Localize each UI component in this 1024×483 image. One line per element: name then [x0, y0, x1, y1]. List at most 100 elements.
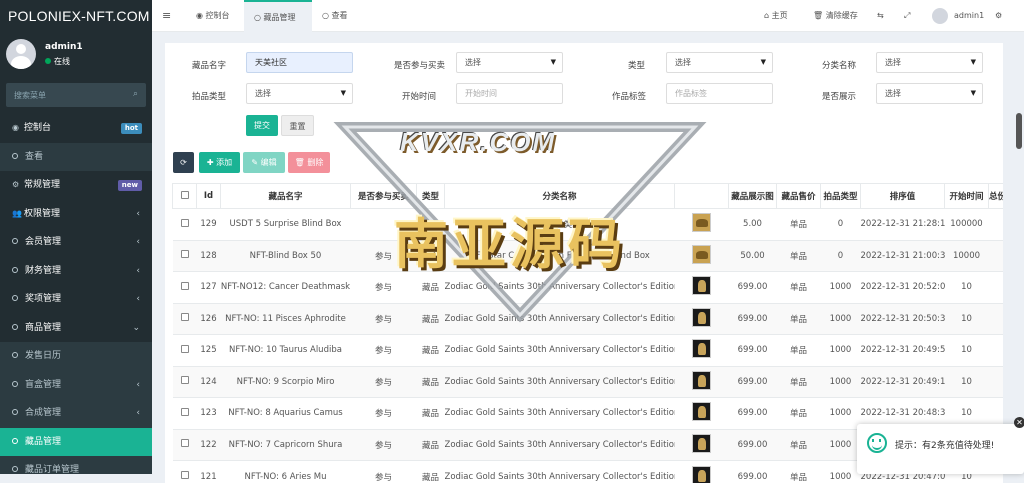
- tab-collection[interactable]: ○ 藏品管理: [244, 0, 312, 32]
- filter-category-select[interactable]: 选择▼: [876, 52, 983, 73]
- cell-image[interactable]: [675, 366, 729, 398]
- cell-image[interactable]: [675, 272, 729, 304]
- clear-cache-link[interactable]: 🗑 清除缓存: [813, 0, 858, 32]
- thumbnail-image[interactable]: [692, 434, 711, 453]
- sidebar-item-2[interactable]: ⚙常规管理new: [0, 171, 152, 200]
- row-checkbox[interactable]: [173, 240, 197, 272]
- delete-button[interactable]: 🗑 删除: [288, 152, 330, 173]
- row-checkbox[interactable]: [173, 303, 197, 335]
- app-logo[interactable]: POLONIEX-NFT.COM: [0, 0, 152, 32]
- table-header[interactable]: 分类名称: [445, 184, 675, 209]
- add-button[interactable]: ✚ 添加: [199, 152, 240, 173]
- thumbnail-image[interactable]: [692, 213, 711, 232]
- table-header[interactable]: 开始时间: [945, 184, 989, 209]
- filter-auction-select[interactable]: 选择▼: [246, 83, 353, 104]
- sidebar-item-12[interactable]: 藏品订单管理: [0, 456, 152, 474]
- refresh-button[interactable]: ⟳: [173, 152, 194, 173]
- notification-toast[interactable]: 提示：有2条充值待处理!: [857, 424, 1024, 474]
- table-header[interactable]: 藏品名字: [221, 184, 351, 209]
- sidebar-item-8[interactable]: 发售日历: [0, 342, 152, 371]
- table-header[interactable]: 类型: [417, 184, 445, 209]
- filter-tag-input[interactable]: 作品标签: [666, 83, 773, 104]
- table-row[interactable]: 125NFT-NO: 10 Taurus Aludiba参与藏品Zodiac G…: [173, 335, 1004, 367]
- filter-type-select[interactable]: 选择▼: [666, 52, 773, 73]
- thumbnail-image[interactable]: [692, 308, 711, 327]
- home-link[interactable]: ⌂ 主页: [764, 0, 788, 32]
- table-row[interactable]: 128NFT-Blind Box 50参与藏品NFT Star Constell…: [173, 240, 1004, 272]
- row-checkbox[interactable]: [173, 429, 197, 461]
- table-header[interactable]: 总份额: [989, 184, 1004, 209]
- cell-buy[interactable]: 参与: [351, 335, 417, 367]
- submit-button[interactable]: 提交: [246, 115, 278, 136]
- sidebar-search[interactable]: 搜索菜单 ⌕: [6, 83, 146, 107]
- cell-image[interactable]: [675, 461, 729, 483]
- table-header[interactable]: 藏品售价: [777, 184, 821, 209]
- sidebar-item-4[interactable]: 会员管理‹: [0, 228, 152, 257]
- sidebar-item-7[interactable]: 商品管理⌄: [0, 314, 152, 343]
- cell-buy[interactable]: 参与: [351, 398, 417, 430]
- filter-show-select[interactable]: 选择▼: [876, 83, 983, 104]
- sidebar-item-3[interactable]: 👥权限管理‹: [0, 200, 152, 229]
- search-icon[interactable]: ⌕: [133, 89, 138, 99]
- thumbnail-image[interactable]: [692, 276, 711, 295]
- cell-buy[interactable]: [351, 209, 417, 241]
- edit-button[interactable]: ✎ 编辑: [243, 152, 285, 173]
- row-checkbox[interactable]: [173, 335, 197, 367]
- table-header[interactable]: 是否参与买卖: [351, 184, 417, 209]
- cell-buy[interactable]: 参与: [351, 240, 417, 272]
- cell-buy[interactable]: 参与: [351, 429, 417, 461]
- thumbnail-image[interactable]: [692, 466, 711, 483]
- sidebar-item-5[interactable]: 财务管理‹: [0, 257, 152, 286]
- cell-buy[interactable]: 参与: [351, 272, 417, 304]
- cell-image[interactable]: [675, 398, 729, 430]
- sidebar-item-0[interactable]: ◉控制台hot: [0, 114, 152, 143]
- cell-image[interactable]: [675, 335, 729, 367]
- row-checkbox[interactable]: [173, 398, 197, 430]
- cell-image[interactable]: [675, 209, 729, 241]
- sidebar-item-10[interactable]: 合成管理‹: [0, 399, 152, 428]
- table-header[interactable]: 排序值: [861, 184, 945, 209]
- table-header[interactable]: Id: [197, 184, 221, 209]
- sidebar-item-1[interactable]: 查看: [0, 143, 152, 172]
- cell-buy[interactable]: 参与: [351, 303, 417, 335]
- sidebar-item-6[interactable]: 奖项管理‹: [0, 285, 152, 314]
- thumbnail-image[interactable]: [692, 371, 711, 390]
- scrollbar-thumb[interactable]: [1016, 113, 1022, 149]
- settings-icon[interactable]: ⚙: [995, 0, 1002, 32]
- cell-image[interactable]: [675, 429, 729, 461]
- cell-buy[interactable]: 参与: [351, 461, 417, 483]
- thumbnail-image[interactable]: [692, 339, 711, 358]
- reset-button[interactable]: 重置: [281, 115, 314, 136]
- table-row[interactable]: 127NFT-NO12: Cancer Deathmask参与藏品Zodiac …: [173, 272, 1004, 304]
- thumbnail-image[interactable]: [692, 402, 711, 421]
- filter-start-input[interactable]: 开始时间: [456, 83, 563, 104]
- tab-view[interactable]: ○ 查看: [312, 0, 358, 32]
- sidebar-search-input[interactable]: 搜索菜单: [14, 90, 46, 101]
- sidebar-item-9[interactable]: 盲盒管理‹: [0, 371, 152, 400]
- filter-buy-select[interactable]: 选择▼: [456, 52, 563, 73]
- cell-image[interactable]: [675, 240, 729, 272]
- fullscreen-icon[interactable]: ⤢: [904, 0, 910, 32]
- table-row[interactable]: 126NFT-NO: 11 Pisces Aphrodite参与藏品Zodiac…: [173, 303, 1004, 335]
- tab-dashboard[interactable]: ◉ 控制台: [186, 0, 240, 32]
- table-row[interactable]: 129USDT 5 Surprise Blind Box盲盒类5.00单品020…: [173, 209, 1004, 241]
- row-checkbox[interactable]: [173, 366, 197, 398]
- table-row[interactable]: 124NFT-NO: 9 Scorpio Miro参与藏品Zodiac Gold…: [173, 366, 1004, 398]
- menu-toggle-icon[interactable]: ≡: [162, 0, 171, 32]
- cell-buy[interactable]: 参与: [351, 366, 417, 398]
- cell-image[interactable]: [675, 303, 729, 335]
- table-header[interactable]: 藏品展示图: [729, 184, 777, 209]
- row-checkbox[interactable]: [173, 272, 197, 304]
- translate-icon[interactable]: ⇆: [877, 0, 884, 32]
- dashboard-icon: ◉: [12, 114, 24, 143]
- thumbnail-image[interactable]: [692, 245, 711, 264]
- row-checkbox[interactable]: [173, 209, 197, 241]
- select-all-checkbox[interactable]: [173, 184, 197, 209]
- table-header[interactable]: 拍品类型: [821, 184, 861, 209]
- sidebar-item-11[interactable]: 藏品管理: [0, 428, 152, 457]
- cell-id: 121: [197, 461, 221, 483]
- header-user[interactable]: admin1: [932, 0, 984, 32]
- close-icon[interactable]: ✕: [1014, 417, 1024, 428]
- filter-name-input[interactable]: 天美社区: [246, 52, 353, 73]
- row-checkbox[interactable]: [173, 461, 197, 483]
